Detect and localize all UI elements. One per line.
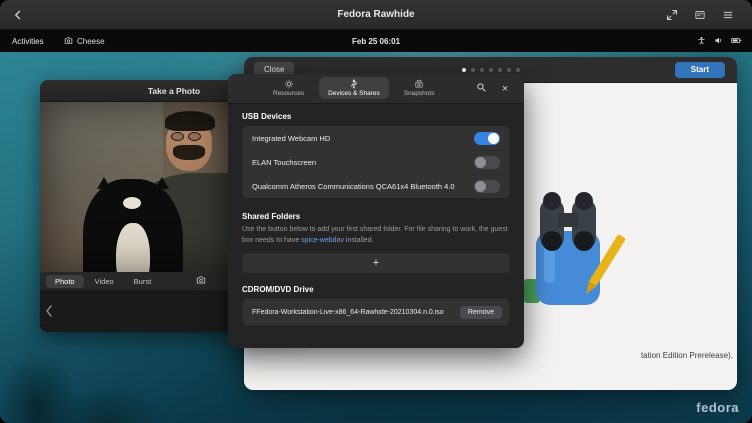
tab-video[interactable]: Video	[86, 275, 123, 288]
window-title: Fedora Rawhide	[0, 0, 752, 30]
dialog-tab-switcher: Resources Devices & Shares Snapshots	[264, 77, 443, 99]
fullscreen-button[interactable]	[662, 5, 682, 25]
spice-webdav-link[interactable]: spice-webdav	[301, 237, 344, 244]
cdrom-filename: FFedora-Workstation-Live-x86_64-Rawhide-…	[252, 309, 444, 316]
usb-device-toggle[interactable]	[474, 132, 500, 145]
clock[interactable]: Feb 25 06:01	[0, 30, 752, 52]
add-shared-folder-button[interactable]: +	[242, 253, 510, 273]
remove-iso-button[interactable]: Remove	[460, 306, 502, 319]
shutter-button[interactable]	[190, 274, 212, 288]
dialog-headerbar: Resources Devices & Shares Snapshots ×	[228, 74, 524, 104]
system-status-area[interactable]	[697, 30, 742, 52]
usb-device-toggle[interactable]	[474, 156, 500, 169]
usb-devices-title: USB Devices	[242, 112, 510, 121]
fullscreen-icon	[666, 9, 678, 21]
hamburger-menu-icon	[722, 9, 734, 21]
menu-button[interactable]	[718, 5, 738, 25]
properties-icon	[694, 9, 706, 21]
close-icon: ×	[502, 81, 508, 97]
tab-snapshots-label: Snapshots	[404, 90, 435, 97]
dialog-content: USB Devices Integrated Webcam HD ELAN To…	[242, 104, 510, 348]
close-dialog-button[interactable]: ×	[496, 81, 514, 97]
usb-devices-list: Integrated Webcam HD ELAN Touchscreen Qu…	[242, 126, 510, 198]
camera-shutter-icon	[196, 272, 206, 290]
cdrom-row: FFedora-Workstation-Live-x86_64-Rawhide-…	[242, 299, 510, 325]
shared-folders-description-tail: installed.	[344, 237, 374, 244]
usb-device-row: Qualcomm Atheros Communications QCA61x4 …	[242, 174, 510, 198]
scroll-left-chevron[interactable]	[45, 304, 53, 322]
properties-button[interactable]	[690, 5, 710, 25]
cdrom-title: CDROM/DVD Drive	[242, 285, 510, 294]
tab-photo[interactable]: Photo	[46, 275, 84, 288]
fedora-watermark: fedora	[696, 400, 739, 415]
tab-devices-shares[interactable]: Devices & Shares	[319, 77, 389, 99]
volume-icon	[714, 36, 723, 47]
accessibility-icon	[697, 36, 706, 47]
shared-folders-description-text: Use the button below to add your first s…	[242, 226, 508, 244]
binoculars-illustration	[506, 173, 626, 328]
shared-folders-description: Use the button below to add your first s…	[242, 225, 510, 246]
welcome-caption-fragment: tation Edition Prerelease).	[641, 351, 733, 360]
tour-start-button[interactable]: Start	[675, 62, 725, 78]
usb-device-name: ELAN Touchscreen	[252, 158, 316, 167]
usb-device-toggle[interactable]	[474, 180, 500, 193]
gear-icon	[284, 79, 294, 89]
boxes-window: Fedora Rawhide Activities Cheese Feb 25 …	[0, 0, 752, 423]
box-properties-dialog: Resources Devices & Shares Snapshots ×	[228, 74, 524, 348]
power-icon	[731, 36, 742, 47]
search-button[interactable]	[472, 81, 490, 97]
shared-folders-title: Shared Folders	[242, 212, 510, 221]
usb-icon	[349, 79, 359, 89]
gnome-top-bar: Activities Cheese Feb 25 06:01	[0, 30, 752, 52]
tab-devices-shares-label: Devices & Shares	[328, 90, 380, 97]
window-titlebar: Fedora Rawhide	[0, 0, 752, 30]
usb-device-row: Integrated Webcam HD	[242, 126, 510, 150]
search-icon	[476, 80, 487, 98]
tab-snapshots[interactable]: Snapshots	[395, 77, 444, 99]
tab-resources-label: Resources	[273, 90, 304, 97]
desktop-wallpaper: fedora Close Start	[0, 52, 752, 423]
usb-device-row: ELAN Touchscreen	[242, 150, 510, 174]
tab-burst[interactable]: Burst	[125, 275, 161, 288]
usb-device-name: Integrated Webcam HD	[252, 134, 330, 143]
tab-resources[interactable]: Resources	[264, 77, 313, 99]
snapshots-icon	[414, 79, 424, 89]
usb-device-name: Qualcomm Atheros Communications QCA61x4 …	[252, 182, 455, 191]
